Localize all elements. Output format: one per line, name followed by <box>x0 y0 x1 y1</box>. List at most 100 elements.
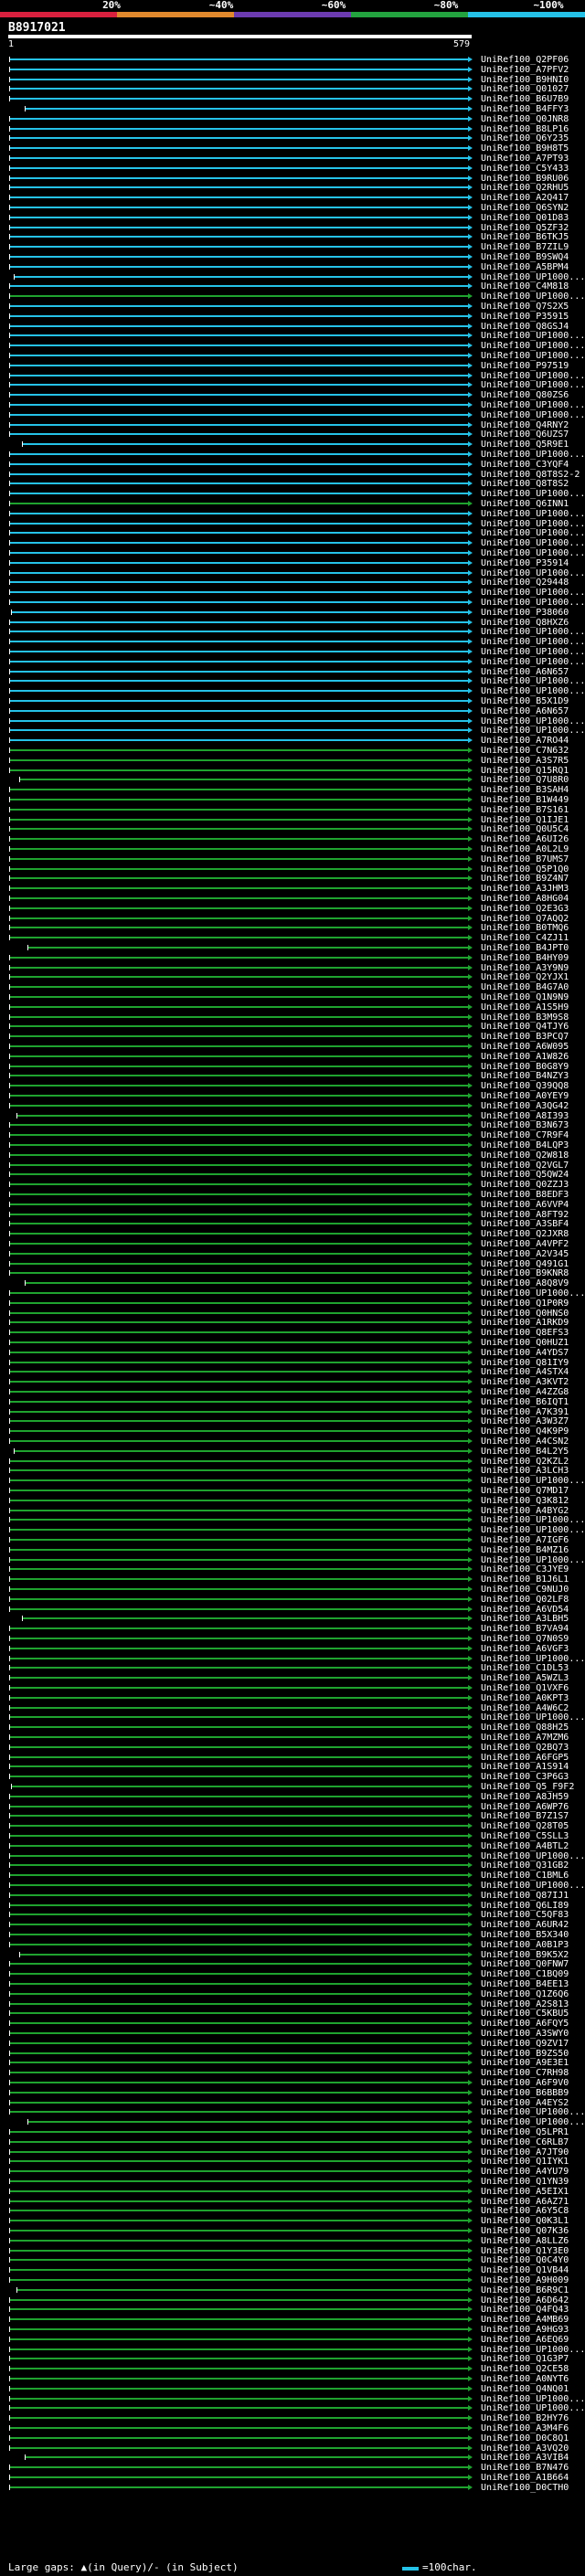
hit-bar[interactable] <box>9 1687 468 1689</box>
hit-bar[interactable] <box>22 1617 468 1619</box>
hit-bar[interactable] <box>9 1411 468 1413</box>
hit-label[interactable]: UniRef100_A0YEY9 <box>481 1091 569 1101</box>
hit-label[interactable]: UniRef100_P35915 <box>481 312 569 322</box>
hit-label[interactable]: UniRef100_Q0HUZ1 <box>481 1338 569 1348</box>
hit-label[interactable]: UniRef100_B2HY76 <box>481 2413 569 2423</box>
hit-label[interactable]: UniRef100_Q5_F9F2 <box>481 1782 574 1792</box>
hit-bar[interactable] <box>9 1806 468 1807</box>
hit-bar[interactable] <box>9 1352 468 1353</box>
hit-bar[interactable] <box>27 947 468 949</box>
hit-label[interactable]: UniRef100_C5SLL3 <box>481 1831 569 1841</box>
hit-bar[interactable] <box>9 394 468 396</box>
hit-bar[interactable] <box>9 523 468 525</box>
hit-bar[interactable] <box>9 266 468 268</box>
hit-bar[interactable] <box>9 957 468 959</box>
hit-bar[interactable] <box>9 177 468 179</box>
hit-bar[interactable] <box>9 325 468 327</box>
hit-bar[interactable] <box>9 2437 468 2439</box>
hit-bar[interactable] <box>9 1469 468 1471</box>
hit-bar[interactable] <box>9 196 468 198</box>
hit-bar[interactable] <box>9 2032 468 2034</box>
hit-label[interactable]: UniRef100_A7PFV2 <box>481 65 569 75</box>
hit-label[interactable]: UniRef100_C3JYE9 <box>481 1564 569 1574</box>
hit-bar[interactable] <box>9 345 468 346</box>
hit-bar[interactable] <box>9 1568 468 1570</box>
hit-bar[interactable] <box>9 1973 468 1975</box>
hit-label[interactable]: UniRef100_A3LBH5 <box>481 1614 569 1624</box>
hit-label[interactable]: UniRef100_A4YDS7 <box>481 1348 569 1358</box>
hit-bar[interactable] <box>9 1193 468 1195</box>
hit-bar[interactable] <box>9 1479 468 1481</box>
hit-bar[interactable] <box>9 1983 468 1985</box>
hit-bar[interactable] <box>9 562 468 564</box>
hit-bar[interactable] <box>9 809 468 811</box>
hit-bar[interactable] <box>9 1549 468 1551</box>
hit-bar[interactable] <box>9 305 468 307</box>
hit-bar[interactable] <box>9 285 468 287</box>
hit-bar[interactable] <box>9 2358 468 2359</box>
hit-label[interactable]: UniRef100_A4CSN2 <box>481 1436 569 1447</box>
hit-bar[interactable] <box>16 1115 468 1117</box>
hit-bar[interactable] <box>9 2427 468 2429</box>
hit-bar[interactable] <box>9 384 468 386</box>
hit-bar[interactable] <box>11 611 468 613</box>
hit-bar[interactable] <box>9 1302 468 1304</box>
hit-label[interactable]: UniRef100_UP1000... <box>481 509 585 519</box>
hit-label[interactable]: UniRef100_UP1000... <box>481 726 585 736</box>
hit-label[interactable]: UniRef100_C5KBU5 <box>481 2009 569 2019</box>
hit-label[interactable]: UniRef100_A1RKD9 <box>481 1318 569 1328</box>
hit-label[interactable]: UniRef100_C4M818 <box>481 281 569 292</box>
hit-label[interactable]: UniRef100_A3SWY0 <box>481 2029 569 2039</box>
hit-label[interactable]: UniRef100_B7S161 <box>481 805 569 815</box>
hit-bar[interactable] <box>9 236 468 238</box>
hit-bar[interactable] <box>9 1707 468 1709</box>
hit-label[interactable]: UniRef100_UP1000... <box>481 1712 585 1723</box>
hit-label[interactable]: UniRef100_A3VIB4 <box>481 2453 569 2463</box>
hit-bar[interactable] <box>9 1134 468 1136</box>
hit-bar[interactable] <box>9 79 468 80</box>
hit-bar[interactable] <box>9 1894 468 1896</box>
hit-bar[interactable] <box>9 631 468 632</box>
hit-label[interactable]: UniRef100_UP1000... <box>481 528 585 538</box>
hit-label[interactable]: UniRef100_Q0JNR8 <box>481 114 569 124</box>
hit-bar[interactable] <box>9 1035 468 1037</box>
hit-bar[interactable] <box>9 1420 468 1422</box>
hit-label[interactable]: UniRef100_C7R9F4 <box>481 1130 569 1140</box>
hit-label[interactable]: UniRef100_C7N632 <box>481 746 569 756</box>
hit-bar[interactable] <box>9 1864 468 1866</box>
hit-label[interactable]: UniRef100_UP1000... <box>481 1515 585 1525</box>
hit-label[interactable]: UniRef100_B9SWQ4 <box>481 252 569 262</box>
hit-label[interactable]: UniRef100_A5EIX1 <box>481 2187 569 2197</box>
hit-label[interactable]: UniRef100_B4FFY3 <box>481 104 569 114</box>
hit-bar[interactable] <box>9 2072 468 2073</box>
hit-label[interactable]: UniRef100_B7UMS7 <box>481 854 569 864</box>
hit-label[interactable]: UniRef100_Q88H25 <box>481 1723 569 1733</box>
hit-label[interactable]: UniRef100_A7RO44 <box>481 736 569 746</box>
hit-bar[interactable] <box>9 503 468 504</box>
hit-label[interactable]: UniRef100_Q87IJ1 <box>481 1891 569 1901</box>
hit-bar[interactable] <box>14 1450 468 1452</box>
hit-bar[interactable] <box>9 996 468 998</box>
hit-bar[interactable] <box>9 375 468 376</box>
hit-label[interactable]: UniRef100_Q6INN1 <box>481 499 569 509</box>
hit-bar[interactable] <box>9 1815 468 1817</box>
hit-label[interactable]: UniRef100_Q02LF8 <box>481 1595 569 1605</box>
hit-label[interactable]: UniRef100_C9NUJ0 <box>481 1585 569 1595</box>
hit-bar[interactable] <box>9 789 468 790</box>
hit-label[interactable]: UniRef100_B7N476 <box>481 2463 569 2473</box>
hit-bar[interactable] <box>9 1559 468 1561</box>
hit-label[interactable]: UniRef100_UP1000... <box>481 2107 585 2117</box>
hit-label[interactable]: UniRef100_A2V345 <box>481 1249 569 1259</box>
hit-bar[interactable] <box>9 355 468 356</box>
hit-bar[interactable] <box>9 118 468 120</box>
hit-bar[interactable] <box>9 542 468 544</box>
hit-label[interactable]: UniRef100_UP1000... <box>481 598 585 608</box>
hit-label[interactable]: UniRef100_A1S5H9 <box>481 1002 569 1012</box>
hit-bar[interactable] <box>9 2476 468 2478</box>
hit-label[interactable]: UniRef100_UP1000... <box>481 2117 585 2127</box>
hit-label[interactable]: UniRef100_Q80ZS6 <box>481 390 569 400</box>
hit-label[interactable]: UniRef100_Q29448 <box>481 578 569 588</box>
hit-label[interactable]: UniRef100_Q4NQ01 <box>481 2384 569 2394</box>
hit-bar[interactable] <box>9 365 468 366</box>
hit-label[interactable]: UniRef100_UP1000... <box>481 410 585 420</box>
